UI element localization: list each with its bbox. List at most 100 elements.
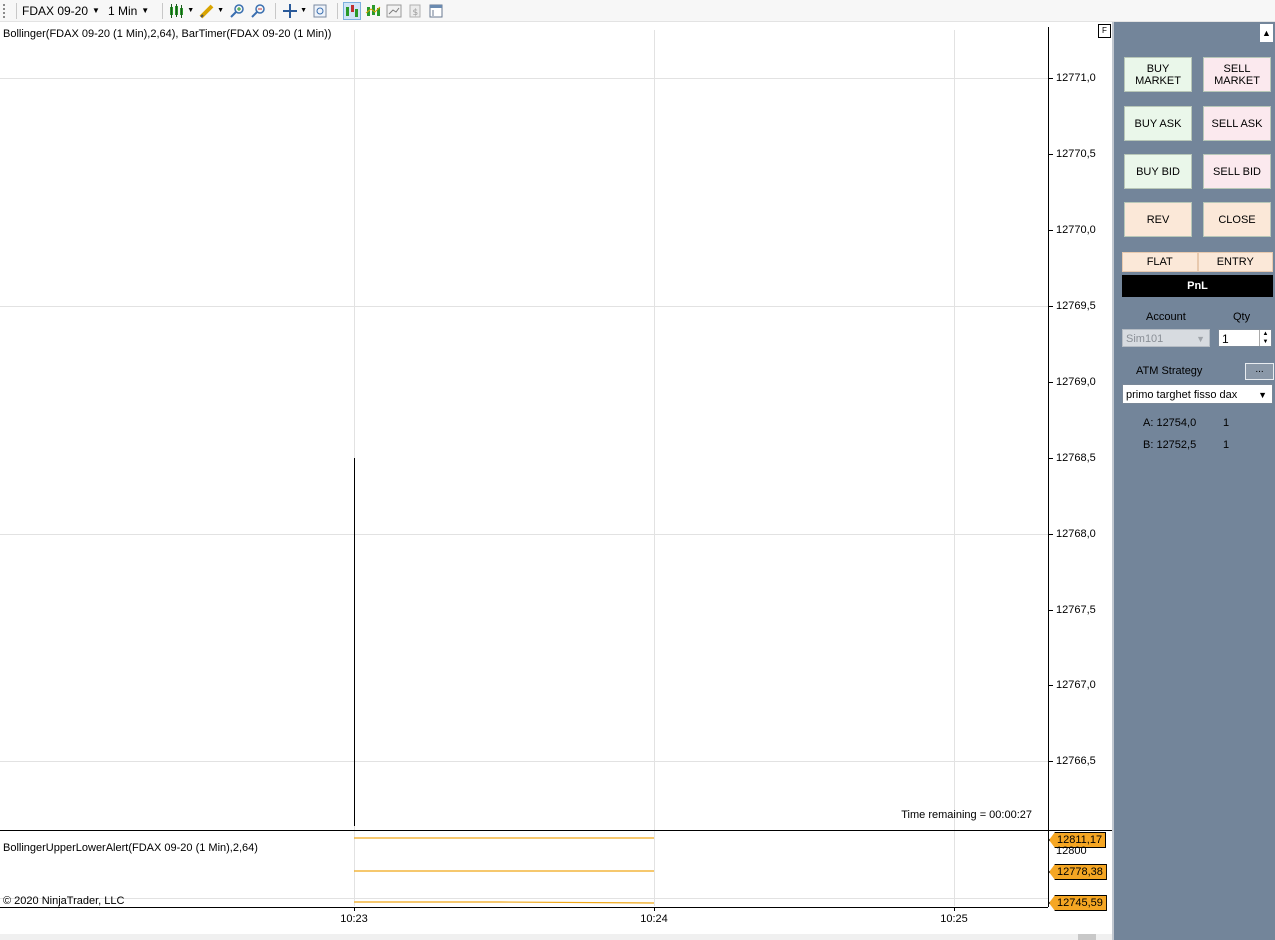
f-button[interactable]: F <box>1098 24 1111 38</box>
position-status: FLAT <box>1122 252 1198 272</box>
money-icon[interactable]: $ <box>406 2 424 20</box>
price-label: 12766,5 <box>1056 755 1096 767</box>
svg-text:$: $ <box>413 8 419 18</box>
chevron-down-icon: ▼ <box>141 6 150 15</box>
price-tick <box>1048 534 1053 535</box>
price-label: 12770,0 <box>1056 224 1096 236</box>
quantity-spin-icon[interactable]: ▲ ▼ <box>1259 330 1271 346</box>
time-tick <box>954 907 955 911</box>
interval-selector[interactable]: 1 Min ▼ <box>108 4 149 18</box>
price-tick <box>1048 685 1053 686</box>
atm-strategy-value: primo targhet fisso dax <box>1126 389 1238 401</box>
grid-line-vertical <box>654 30 655 906</box>
price-label: 12769,5 <box>1056 300 1096 312</box>
panel-splitter[interactable] <box>1112 22 1114 940</box>
atm-strategy-button[interactable]: ... <box>1245 363 1274 380</box>
toolbar-separator <box>337 2 339 19</box>
entry-status: ENTRY <box>1197 252 1273 272</box>
sell-bid-button[interactable]: SELL BID <box>1203 154 1271 189</box>
chevron-down-icon[interactable]: ▼ <box>217 7 224 14</box>
price-tick <box>1048 154 1053 155</box>
data-box-icon[interactable] <box>311 2 329 20</box>
chevron-down-icon: ▼ <box>92 6 100 15</box>
price-tick <box>1048 306 1053 307</box>
account-label: Account <box>1146 311 1186 323</box>
strategies-icon[interactable] <box>385 2 403 20</box>
copyright-text: © 2020 NinjaTrader, LLC <box>3 895 125 907</box>
scrollbar-thumb[interactable] <box>1078 934 1096 940</box>
sell-market-button[interactable]: SELL MARKET <box>1203 57 1271 92</box>
atm-strategy-select[interactable]: primo targhet fisso dax ▼ <box>1122 384 1273 404</box>
reverse-button[interactable]: REV <box>1124 202 1192 237</box>
grid-line-horizontal <box>0 534 1048 535</box>
crosshair-icon[interactable] <box>281 2 299 20</box>
account-select[interactable]: Sim101 ▼ <box>1122 329 1210 347</box>
price-label: 12768,5 <box>1056 452 1096 464</box>
buy-market-button[interactable]: BUY MARKET <box>1124 57 1192 92</box>
time-label: 10:25 <box>940 913 968 925</box>
lower-band-line <box>354 901 655 904</box>
chart-trader-panel: ▲ BUY MARKET SELL MARKET BUY ASK SELL AS… <box>1112 22 1275 940</box>
qty-label: Qty <box>1233 311 1251 323</box>
time-axis-border <box>0 907 1048 908</box>
middle-band-tag: 12778,38 <box>1049 864 1107 880</box>
properties-icon[interactable] <box>427 2 445 20</box>
chevron-down-icon: ▼ <box>1258 390 1267 400</box>
bar-timer: Time remaining = 00:00:27 <box>901 809 1032 821</box>
time-label: 10:24 <box>640 913 668 925</box>
account-value: Sim101 <box>1126 333 1164 345</box>
chevron-down-icon[interactable]: ▼ <box>300 7 307 14</box>
bollinger-band-lines <box>354 837 655 904</box>
horizontal-scrollbar[interactable] <box>0 934 1112 940</box>
zoom-out-icon[interactable] <box>249 2 267 20</box>
time-label: 10:23 <box>340 913 368 925</box>
pencil-icon[interactable] <box>198 2 216 20</box>
lower-band-tag: 12745,59 <box>1049 895 1107 911</box>
price-tick <box>1048 78 1053 79</box>
toolbar-separator <box>162 2 164 19</box>
price-label: 12771,0 <box>1056 72 1096 84</box>
price-label: 12767,0 <box>1056 679 1096 691</box>
toolbar-grip[interactable] <box>3 3 11 18</box>
price-tick <box>1048 610 1053 611</box>
toolbar-separator <box>16 2 17 19</box>
chart-panel[interactable]: Bollinger(FDAX 09-20 (1 Min),2,64), BarT… <box>0 22 1112 940</box>
price-tick <box>1048 230 1053 231</box>
chart-toolbar: FDAX 09-20 ▼ 1 Min ▼ ▼ ▼ ▼ $ <box>0 0 1275 22</box>
time-tick <box>354 907 355 911</box>
grid-line-horizontal <box>0 761 1048 762</box>
price-axis-border <box>1048 27 1049 907</box>
quantity-stepper[interactable]: 1 ▲ ▼ <box>1218 329 1272 347</box>
indicators-icon[interactable] <box>364 2 382 20</box>
sell-ask-button[interactable]: SELL ASK <box>1203 106 1271 141</box>
price-label: 12769,0 <box>1056 376 1096 388</box>
price-label: 12767,5 <box>1056 604 1096 616</box>
bar-type-icon[interactable] <box>168 2 186 20</box>
zoom-in-icon[interactable] <box>228 2 246 20</box>
ask-price: A: 12754,0 <box>1143 417 1197 429</box>
price-label: 12768,0 <box>1056 528 1096 540</box>
toolbar-separator <box>275 2 277 19</box>
price-bar <box>354 458 355 826</box>
instrument-label: FDAX 09-20 <box>22 3 89 18</box>
price-label: 12770,5 <box>1056 148 1096 160</box>
close-button[interactable]: CLOSE <box>1203 202 1271 237</box>
chart-trader-icon[interactable] <box>343 1 362 20</box>
buy-bid-button[interactable]: BUY BID <box>1124 154 1192 189</box>
price-tick <box>1048 458 1053 459</box>
bid-price: B: 12752,5 <box>1143 439 1197 451</box>
time-tick <box>654 907 655 911</box>
collapse-up-icon[interactable]: ▲ <box>1260 24 1273 42</box>
interval-label: 1 Min <box>107 3 138 18</box>
grid-line-horizontal <box>0 306 1048 307</box>
subpanel-axis-label: 12800 <box>1056 845 1087 857</box>
quantity-value: 1 <box>1222 332 1229 346</box>
instrument-selector[interactable]: FDAX 09-20 ▼ <box>22 4 100 18</box>
atm-strategy-label: ATM Strategy <box>1136 365 1203 377</box>
chevron-down-icon: ▼ <box>1196 334 1205 344</box>
chevron-down-icon[interactable]: ▼ <box>187 7 194 14</box>
price-tick <box>1048 761 1053 762</box>
price-tick <box>1048 382 1053 383</box>
grid-line-horizontal <box>0 78 1048 79</box>
buy-ask-button[interactable]: BUY ASK <box>1124 106 1192 141</box>
